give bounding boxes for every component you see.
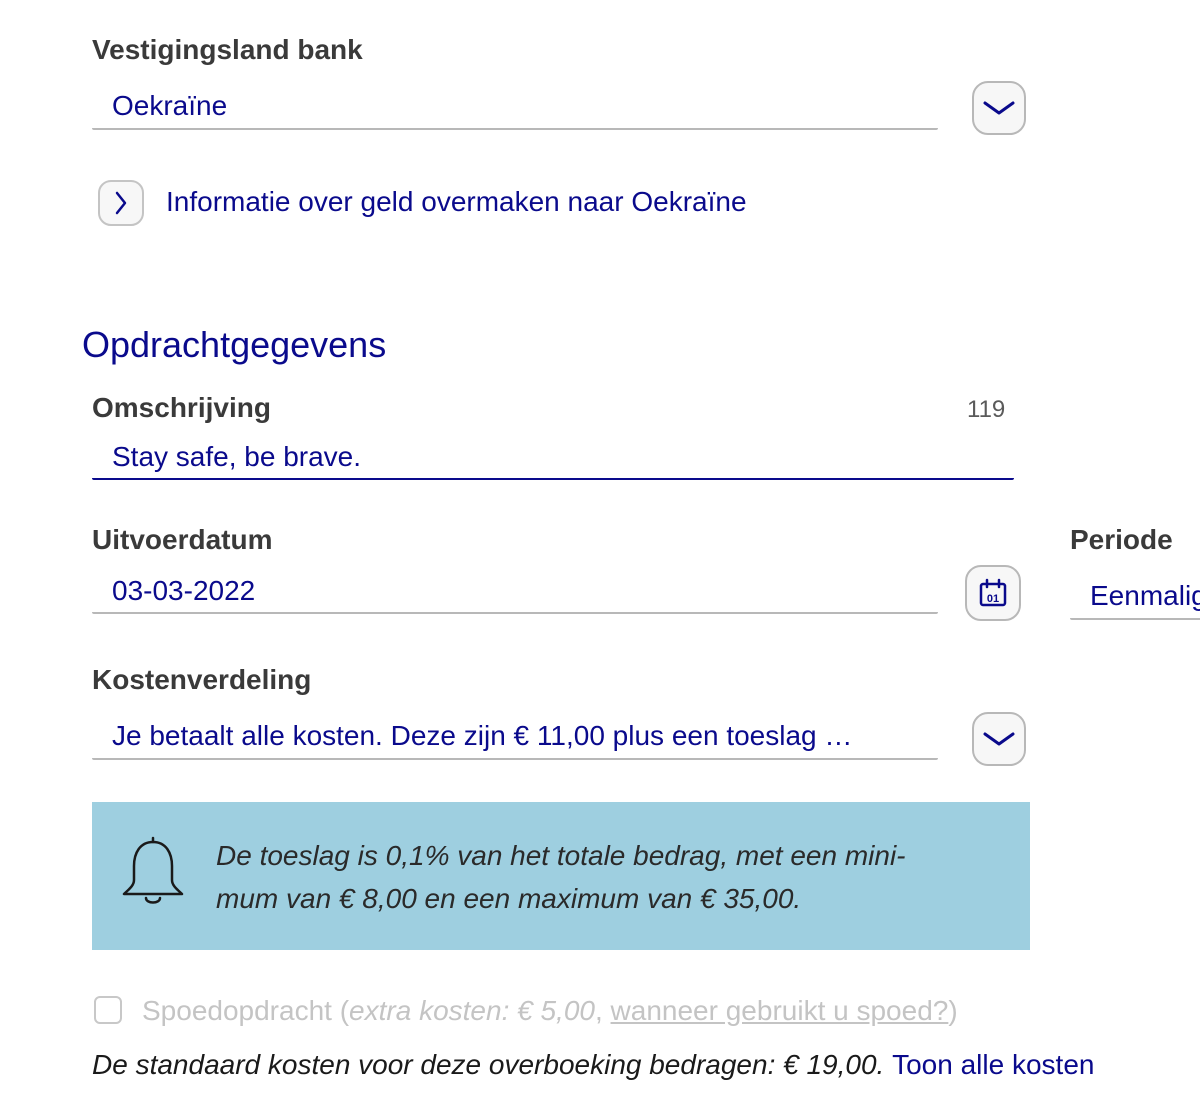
notice-line-1: De toeslag is 0,1% van het totale bedrag… xyxy=(216,840,906,871)
period-label: Periode xyxy=(1070,524,1173,555)
period-field-clip: Eenmalig xyxy=(1070,560,1200,640)
description-char-counter: 119 xyxy=(967,396,1006,423)
chevron-right-icon xyxy=(115,191,127,215)
chevron-down-icon xyxy=(983,732,1015,746)
description-input[interactable]: Stay safe, be brave. xyxy=(112,441,361,473)
section-title-order-details: Opdrachtgegevens xyxy=(82,324,387,365)
description-label: Omschrijving xyxy=(92,392,271,423)
standard-costs-text: De standaard kosten voor deze overboekin… xyxy=(92,1049,885,1080)
calendar-button[interactable]: 01 xyxy=(965,565,1021,621)
express-extra-costs: extra kosten: € 5,00 xyxy=(349,995,595,1026)
period-underline xyxy=(1070,618,1200,620)
info-transfer-link[interactable]: Informatie over geld overmaken naar Oekr… xyxy=(166,186,747,218)
bank-country-select-value[interactable]: Oekraïne xyxy=(112,90,227,122)
description-underline-focused xyxy=(92,478,1014,480)
calendar-day-text: 01 xyxy=(987,593,999,605)
cost-split-label: Kostenverdeling xyxy=(92,664,312,695)
express-option-text: Spoedopdracht (extra kosten: € 5,00, wan… xyxy=(142,995,958,1027)
cost-split-underline xyxy=(92,758,938,760)
chevron-down-icon xyxy=(983,101,1015,115)
notice-line-2: mum van € 8,00 en een maximum van € 35,0… xyxy=(216,883,802,914)
bell-icon xyxy=(122,836,184,904)
bank-country-dropdown-button[interactable] xyxy=(972,81,1026,135)
info-link-button[interactable] xyxy=(98,180,144,226)
express-comma: , xyxy=(594,995,611,1026)
surcharge-notice: De toeslag is 0,1% van het totale bedrag… xyxy=(92,802,1030,950)
calendar-icon: 01 xyxy=(979,578,1007,607)
bank-country-label: Vestigingsland bank xyxy=(92,34,363,65)
cost-split-select-value[interactable]: Je betaalt alle kosten. Deze zijn € 11,0… xyxy=(112,720,852,752)
execution-date-label: Uitvoerdatum xyxy=(92,524,273,555)
execution-date-input[interactable]: 03-03-2022 xyxy=(112,575,255,607)
standard-costs-line: De standaard kosten voor deze overboekin… xyxy=(92,1049,1094,1081)
express-close-paren: ) xyxy=(948,995,958,1026)
bank-country-underline xyxy=(92,128,938,130)
express-label[interactable]: Spoedopdracht xyxy=(142,995,332,1026)
period-select-value[interactable]: Eenmalig xyxy=(1090,580,1200,612)
express-when-link[interactable]: wanneer gebruikt u spoed? xyxy=(611,995,949,1026)
execution-date-underline xyxy=(92,612,938,614)
cost-split-dropdown-button[interactable] xyxy=(972,712,1026,766)
express-checkbox[interactable] xyxy=(94,996,122,1024)
express-open-paren: ( xyxy=(331,995,350,1026)
show-all-costs-link[interactable]: Toon alle kosten xyxy=(892,1049,1094,1080)
